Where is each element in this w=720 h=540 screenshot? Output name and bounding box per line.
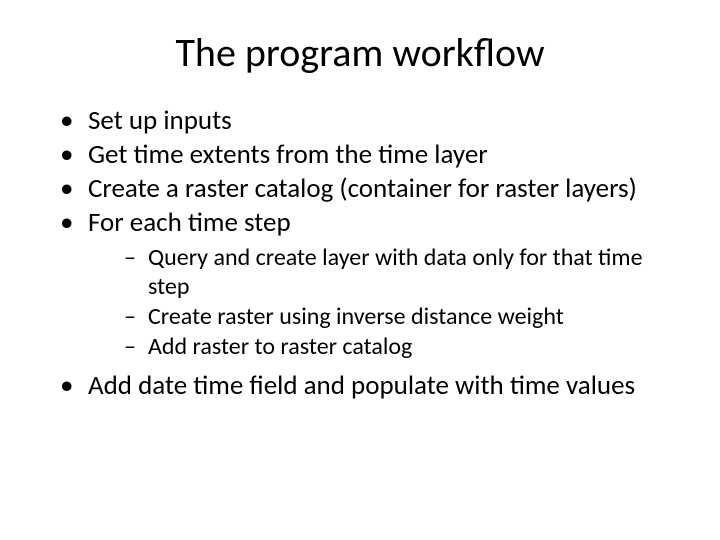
bullet-item: Set up inputs: [60, 105, 680, 137]
bullet-item: Add date time field and populate with ti…: [60, 370, 680, 402]
bullet-item: For each time step Query and create laye…: [60, 207, 680, 362]
sub-bullet-item: Query and create layer with data only fo…: [124, 244, 680, 301]
sub-bullet-list: Query and create layer with data only fo…: [124, 244, 680, 361]
bullet-list: Set up inputs Get time extents from the …: [60, 105, 680, 402]
bullet-item: Create a raster catalog (container for r…: [60, 173, 680, 205]
slide-title: The program workflow: [40, 28, 680, 77]
sub-bullet-item: Add raster to raster catalog: [124, 333, 680, 361]
sub-bullet-item: Create raster using inverse distance wei…: [124, 303, 680, 331]
slide: The program workflow Set up inputs Get t…: [0, 0, 720, 540]
bullet-text: For each time step: [88, 206, 291, 239]
bullet-item: Get time extents from the time layer: [60, 139, 680, 171]
